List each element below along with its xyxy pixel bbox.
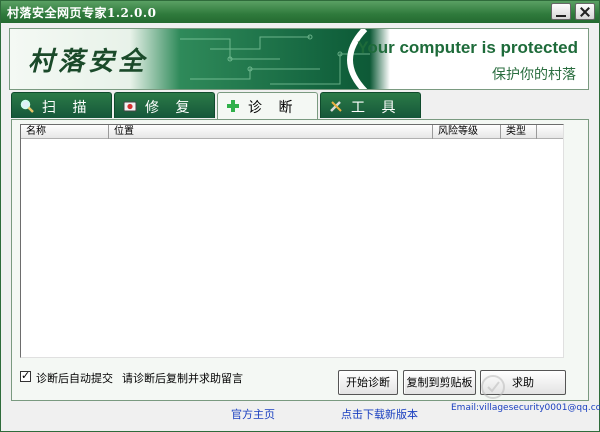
close-button[interactable] (575, 3, 595, 20)
app-window: 村落安全网页专家1.2.0.0 村落安全 Your computer is pr… (0, 0, 600, 432)
plus-icon (227, 100, 239, 112)
protection-status: Your computer is protected (357, 38, 578, 57)
watermark-logo (481, 375, 505, 399)
protection-slogan: 保护你的村落 (492, 67, 576, 83)
tab-repair[interactable]: 修 复 (114, 92, 215, 118)
diagnose-panel: 名称 位置 风险等级 类型 诊断后自动提交 请诊断后复制并求助留言 开始诊断 复… (11, 119, 589, 401)
tab-diagnose-label: 诊 断 (248, 100, 299, 116)
download-new-version-link[interactable]: 点击下载新版本 (341, 406, 418, 422)
help-hint: 请诊断后复制并求助留言 (122, 372, 243, 385)
tab-tools-label: 工 具 (351, 100, 402, 116)
search-icon (20, 99, 34, 113)
copy-to-clipboard-button[interactable]: 复制到剪贴板 (403, 370, 476, 395)
tab-diagnose[interactable]: 诊 断 (217, 92, 318, 120)
official-homepage-link[interactable]: 官方主页 (231, 406, 275, 422)
tab-tools[interactable]: 工 具 (320, 92, 421, 118)
camera-icon (123, 101, 137, 112)
column-risk-level[interactable]: 风险等级 (433, 125, 501, 139)
column-location[interactable]: 位置 (109, 125, 433, 139)
column-type[interactable]: 类型 (501, 125, 537, 139)
tab-scan[interactable]: 扫 描 (11, 92, 112, 118)
tab-scan-label: 扫 描 (42, 100, 93, 116)
tab-bar: 扫 描 修 复 诊 断 工 具 (11, 92, 431, 120)
brand-logo-text: 村落安全 (28, 47, 149, 77)
header-banner: 村落安全 Your computer is protected 保护你的村落 (9, 28, 589, 90)
column-name[interactable]: 名称 (21, 125, 109, 139)
start-diagnose-button[interactable]: 开始诊断 (338, 370, 398, 395)
list-header: 名称 位置 风险等级 类型 (21, 125, 563, 139)
auto-submit-label: 诊断后自动提交 (36, 372, 113, 385)
tools-icon (330, 101, 342, 112)
title-bar[interactable]: 村落安全网页专家1.2.0.0 (1, 1, 599, 23)
tab-repair-label: 修 复 (145, 100, 196, 116)
auto-submit-checkbox[interactable] (20, 369, 31, 382)
results-list[interactable]: 名称 位置 风险等级 类型 (20, 124, 564, 358)
minimize-button[interactable] (551, 3, 571, 20)
window-title: 村落安全网页专家1.2.0.0 (7, 6, 157, 20)
